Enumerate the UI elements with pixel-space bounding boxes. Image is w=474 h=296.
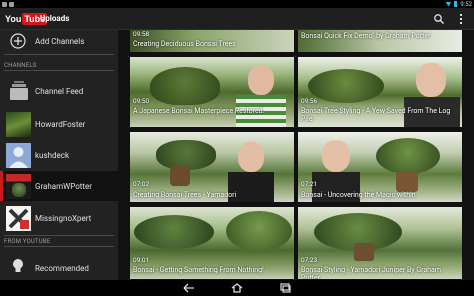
- channel-avatar: [6, 206, 31, 231]
- clock: 9:52: [460, 0, 472, 8]
- sidebar-item-label: Recommended: [35, 264, 89, 273]
- add-circle-icon: [10, 33, 26, 49]
- sidebar-item-label: HowardFoster: [35, 120, 86, 129]
- channel-avatar: [6, 143, 31, 168]
- channel-feed-icon: [10, 81, 28, 100]
- video-card[interactable]: Bonsai Quick Fix Demo" by Graham Potter …: [298, 30, 462, 52]
- video-title: Bonsai - Getting Something From Nothing!: [133, 266, 264, 274]
- sidebar-item-label: kushdeck: [35, 151, 69, 160]
- status-bar: 9:52: [0, 0, 474, 8]
- x-logo-icon: [8, 208, 29, 229]
- video-card[interactable]: 09:50 A Japanese Bonsai Masterpiece Rest…: [130, 57, 294, 127]
- sidebar-item-recommended[interactable]: Recommended: [0, 254, 118, 280]
- divider: [4, 54, 114, 55]
- video-title: A Japanese Bonsai Masterpiece Restored.: [133, 107, 265, 115]
- video-duration: 07:02: [133, 180, 150, 188]
- notification-icon: [9, 1, 14, 7]
- sidebar: Add Channels CHANNELS Channel Feed Howar…: [0, 30, 118, 280]
- video-title: Bonsai - Uncovering the Magic within: [301, 191, 416, 199]
- back-icon[interactable]: [183, 283, 195, 293]
- home-icon[interactable]: [231, 283, 243, 293]
- video-duration: 07:23: [301, 256, 318, 264]
- page-title: Uploads: [40, 14, 70, 23]
- section-header-channels: CHANNELS: [4, 62, 37, 69]
- video-card[interactable]: 07:23 Bonsai Styling - Yamadori Juniper …: [298, 207, 462, 279]
- video-card[interactable]: 07:21 Bonsai - Uncovering the Magic with…: [298, 132, 462, 202]
- search-icon[interactable]: [433, 13, 445, 25]
- channel-avatar: [6, 174, 31, 199]
- video-card[interactable]: 09:01 Bonsai - Getting Something From No…: [130, 207, 294, 279]
- recent-apps-icon[interactable]: [279, 283, 291, 293]
- add-channels-label: Add Channels: [35, 37, 85, 46]
- notification-icon: [2, 1, 7, 7]
- video-thumbnail: [130, 57, 294, 127]
- video-card[interactable]: 09:56 Bonsai Tree Styling - A Yew Saved …: [298, 57, 462, 127]
- video-card[interactable]: 09:58 Creating Deciduous Bonsai Trees: [130, 30, 294, 52]
- video-title: Bonsai Tree Styling - A Yew Saved From T…: [301, 107, 451, 123]
- sidebar-item-grahamwpotter[interactable]: GrahamWPotter: [0, 171, 118, 201]
- sidebar-item-missingnoxpert[interactable]: MissingnoXpert: [0, 203, 118, 233]
- add-channels-button[interactable]: Add Channels: [0, 30, 118, 52]
- video-duration: 07:21: [301, 180, 318, 188]
- more-options-icon[interactable]: ⋮: [451, 42, 459, 51]
- video-duration: 09:50: [133, 97, 150, 105]
- sidebar-item-label: Channel Feed: [35, 87, 84, 96]
- divider: [4, 235, 114, 236]
- action-bar: You Tube Uploads: [0, 8, 474, 30]
- sidebar-item-label: GrahamWPotter: [35, 182, 92, 191]
- video-grid: 09:58 Creating Deciduous Bonsai Trees Bo…: [118, 30, 474, 280]
- sidebar-item-howardfoster[interactable]: HowardFoster: [0, 110, 118, 138]
- video-duration: 09:58: [133, 30, 150, 38]
- video-title: Bonsai Quick Fix Demo" by Graham Potter: [301, 32, 431, 40]
- section-header-from-youtube: FROM YOUTUBE: [4, 238, 51, 245]
- video-duration: 09:56: [301, 97, 318, 105]
- channel-avatar: [6, 112, 31, 137]
- video-duration: 09:01: [133, 256, 150, 264]
- sidebar-item-kushdeck[interactable]: kushdeck: [0, 141, 118, 169]
- sidebar-item-channel-feed[interactable]: Channel Feed: [0, 78, 118, 105]
- video-title: Creating Deciduous Bonsai Trees: [133, 40, 236, 48]
- divider: [4, 70, 114, 71]
- overflow-menu-icon[interactable]: [458, 13, 464, 25]
- wifi-icon: [445, 1, 452, 7]
- battery-icon: [454, 1, 458, 7]
- video-title: Bonsai Styling - Yamadori Juniper By Gra…: [301, 266, 441, 279]
- divider: [4, 246, 114, 247]
- default-avatar-icon: [9, 147, 28, 168]
- video-card[interactable]: 07:02 Creating Bonsai Trees - Yamadori: [130, 132, 294, 202]
- system-nav-bar: [0, 280, 474, 296]
- sidebar-item-label: MissingnoXpert: [35, 214, 92, 223]
- lightbulb-icon: [13, 259, 23, 272]
- video-title: Creating Bonsai Trees - Yamadori: [133, 191, 237, 199]
- selected-indicator: [0, 171, 3, 201]
